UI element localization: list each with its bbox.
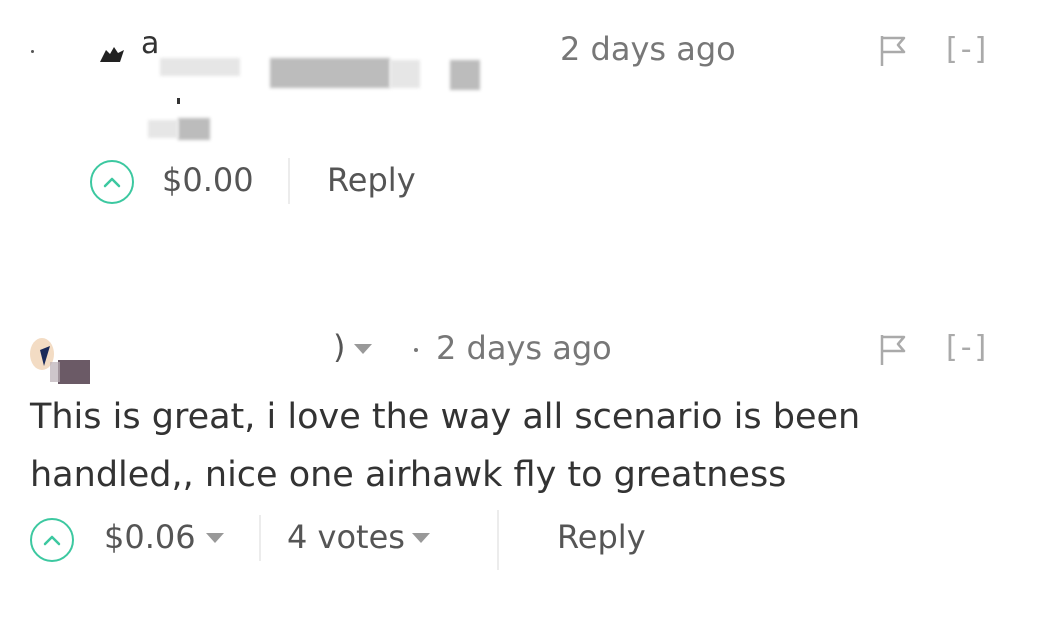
payout-dropdown-icon[interactable] (206, 533, 224, 543)
comments-page: a 2 days ago [-] $0.00 Reply) 2 days ag… (0, 0, 1046, 636)
divider (259, 515, 261, 561)
redacted-area (390, 60, 420, 88)
redacted-area (160, 58, 240, 76)
divider (288, 158, 290, 204)
thread-dot (31, 50, 34, 53)
redacted-dot (177, 98, 180, 104)
comment-timestamp[interactable]: 2 days ago (560, 28, 736, 70)
payout-amount[interactable]: $0.00 (162, 159, 254, 201)
author-name[interactable]: a (141, 24, 159, 64)
chevron-up-icon (43, 535, 61, 546)
collapse-toggle[interactable]: [-] (946, 30, 989, 70)
redacted-area (270, 58, 390, 88)
flag-icon[interactable] (878, 333, 908, 367)
comment-body: This is great, i love the way all scenar… (30, 397, 861, 495)
author-avatar-icon[interactable] (98, 44, 126, 64)
collapse-toggle[interactable]: [-] (946, 328, 989, 368)
author-dropdown-icon[interactable] (354, 344, 372, 354)
divider (497, 510, 499, 570)
votes-dropdown-icon[interactable] (412, 533, 430, 543)
author-name-fragment: ) (333, 328, 346, 366)
upvote-button[interactable] (90, 160, 134, 204)
redacted-area (178, 118, 210, 140)
flag-icon[interactable] (878, 34, 908, 68)
reply-button[interactable]: Reply (327, 159, 416, 201)
chevron-up-icon (103, 177, 121, 188)
redacted-area (450, 60, 480, 90)
payout-amount[interactable]: $0.06 (104, 516, 196, 558)
comment-timestamp[interactable]: 2 days ago (436, 327, 612, 369)
redacted-area (148, 120, 178, 138)
author-avatar-icon[interactable] (28, 336, 90, 384)
upvote-button[interactable] (30, 518, 74, 562)
separator-dot (414, 348, 418, 352)
votes-count[interactable]: 4 votes (287, 516, 405, 558)
reply-button[interactable]: Reply (557, 516, 646, 558)
